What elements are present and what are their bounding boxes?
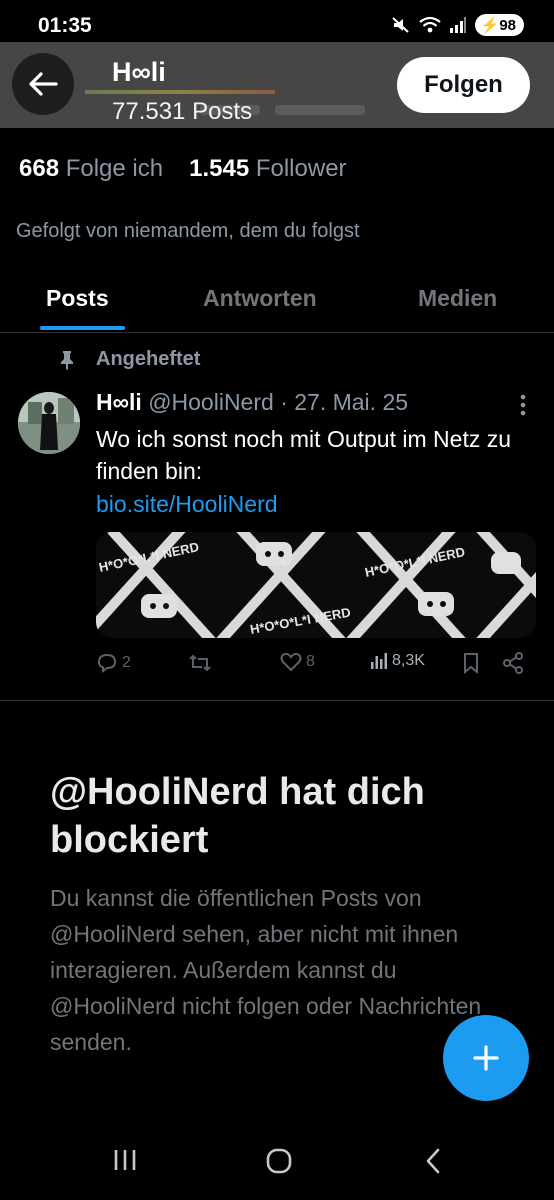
followers-stat[interactable]: 1.545 Follower [189,155,346,183]
tab-posts[interactable]: Posts [46,285,109,312]
active-tab-indicator [40,326,125,330]
pinned-label: Angeheftet [96,348,201,370]
following-label: Folge ich [65,155,164,182]
back-arrow-icon [29,72,58,96]
back-nav-icon[interactable] [425,1148,441,1174]
followers-label: Follower [255,155,347,182]
followed-by-text: Gefolgt von niemandem, dem du folgst [16,220,360,242]
system-navigation-bar [0,1130,554,1200]
post-author-name[interactable]: H∞li [96,389,142,415]
more-icon[interactable] [520,394,526,416]
follow-button[interactable]: Folgen [397,57,530,113]
views-button[interactable]: 8,3K [370,652,425,670]
tab-replies[interactable]: Antworten [203,285,317,312]
repost-icon [189,654,211,672]
views-count: 8,3K [392,652,425,669]
mute-icon [391,17,409,33]
wifi-icon [418,16,441,33]
recents-icon[interactable] [113,1148,137,1172]
signal-icon [449,17,466,33]
followers-count: 1.545 [189,155,250,182]
share-button[interactable] [502,652,524,674]
reply-count: 2 [122,654,131,671]
bookmark-icon [464,653,478,674]
blocked-title: @HooliNerd hat dich blockiert [50,771,425,861]
bookmark-button[interactable] [462,652,480,674]
pinned-indicator: Angeheftet [58,348,200,371]
status-time: 01:35 [38,14,92,37]
battery-indicator: ⚡98 [474,14,524,36]
post-handle-date: @HooliNerd · 27. Mai. 25 [148,389,409,415]
repost-button[interactable] [188,652,216,674]
battery-level: 98 [499,17,516,34]
share-icon [503,652,523,674]
follow-stats: 668 Folge ich 1.545 Follower [19,155,347,183]
home-icon[interactable] [266,1148,292,1174]
post-image[interactable]: H*O*O*L*I NERD H*O*O*L*I NERD H*O*O*L*I … [96,532,536,638]
post-divider [0,700,554,701]
following-stat[interactable]: 668 Folge ich [19,155,163,183]
following-count: 668 [19,155,60,182]
reply-icon [97,653,117,673]
pin-icon [61,350,73,370]
tab-media[interactable]: Medien [418,285,497,312]
post-link[interactable]: bio.site/HooliNerd [96,491,278,518]
like-button[interactable]: 8 [280,652,315,672]
post-actions: 2 8 8,3K [96,652,526,682]
back-button[interactable] [12,53,74,115]
compose-button[interactable] [443,1015,529,1101]
compose-plus-icon [473,1045,499,1071]
like-count: 8 [306,653,315,670]
post-text: Wo ich sonst noch mit Output im Netz zu … [96,426,512,484]
avatar[interactable] [18,392,80,454]
profile-name: H∞li [112,57,166,87]
reply-button[interactable]: 2 [96,652,131,674]
like-icon [280,652,302,672]
posts-count: 77.531 Posts [112,98,253,125]
post-header: H∞li @HooliNerd · 27. Mai. 25 [96,389,408,416]
profile-tabs: Posts Antworten Medien [0,270,554,333]
views-icon [371,653,387,669]
